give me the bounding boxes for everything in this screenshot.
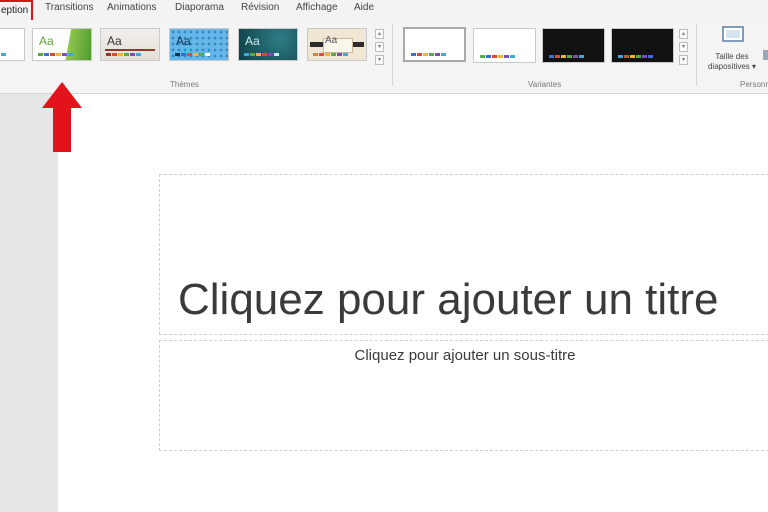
slide-canvas: Cliquez pour ajouter un titre Cliquez po…: [58, 94, 768, 512]
gallery-scroll-up-button[interactable]: ▴: [375, 29, 384, 39]
theme-thumbnail-blue-pattern[interactable]: Aa: [169, 28, 229, 61]
variant-thumbnail-white[interactable]: [403, 27, 466, 62]
theme-rule: [105, 49, 155, 51]
title-placeholder[interactable]: Cliquez pour ajouter un titre: [159, 174, 768, 335]
theme-thumbnail-green[interactable]: Aa: [32, 28, 92, 61]
slide-size-label-2: diapositives ▾: [707, 62, 757, 71]
tab-diaporama[interactable]: Diaporama: [175, 2, 224, 13]
tab-revision[interactable]: Révision: [241, 2, 279, 13]
theme-glyph: Aa: [107, 34, 122, 48]
ribbon: Aa Aa Aa Aa Aa ▴ ▾ ▾ Thèmes ▴ ▾ ▾ Varian…: [0, 20, 768, 94]
variant-thumbnail-white-2[interactable]: [473, 28, 536, 63]
ribbon-separator: [392, 24, 393, 86]
ribbon-tab-bar: eption Transitions Animations Diaporama …: [0, 0, 768, 22]
slide-size-label: Taille des: [715, 52, 749, 61]
variants-more-button[interactable]: ▾: [679, 55, 688, 65]
variant-thumbnail-black[interactable]: [542, 28, 605, 63]
theme-thumbnail-gray[interactable]: Aa: [100, 28, 160, 61]
theme-glyph: Aa: [176, 34, 191, 48]
gallery-more-button[interactable]: ▾: [375, 55, 384, 65]
gallery-scroll-down-button[interactable]: ▾: [375, 42, 384, 52]
subtitle-placeholder-text: Cliquez pour ajouter un sous-titre: [354, 347, 576, 364]
theme-glyph: Aa: [245, 34, 260, 48]
variants-scroll-up-button[interactable]: ▴: [679, 29, 688, 39]
tab-animations[interactable]: Animations: [107, 2, 156, 13]
slide-size-button[interactable]: Taille des diapositives ▾: [703, 26, 761, 76]
variants-group-label: Variantes: [528, 80, 562, 89]
customize-group-label: Personn: [740, 80, 768, 89]
theme-thumbnail-teal[interactable]: Aa: [238, 28, 298, 61]
format-background-icon[interactable]: [763, 50, 768, 60]
themes-group-label: Thèmes: [170, 80, 199, 89]
tab-conception[interactable]: eption: [0, 0, 34, 22]
variants-scroll-down-button[interactable]: ▾: [679, 42, 688, 52]
theme-thumbnail-white[interactable]: [0, 28, 25, 61]
tab-transitions[interactable]: Transitions: [45, 2, 94, 13]
red-arrow-icon: [42, 82, 82, 152]
title-placeholder-text: Cliquez pour ajouter un titre: [178, 275, 719, 324]
theme-glyph: Aa: [39, 34, 54, 48]
slide-thumbnail-pane: [0, 94, 58, 512]
subtitle-placeholder[interactable]: Cliquez pour ajouter un sous-titre: [159, 340, 768, 451]
slide-size-icon: [722, 26, 744, 42]
theme-glyph: Aa: [325, 35, 338, 46]
theme-thumbnail-beige[interactable]: Aa: [307, 28, 367, 61]
tab-affichage[interactable]: Affichage: [296, 2, 338, 13]
variant-thumbnail-black-2[interactable]: [611, 28, 674, 63]
tab-aide[interactable]: Aide: [354, 2, 374, 13]
ribbon-separator: [696, 24, 697, 86]
